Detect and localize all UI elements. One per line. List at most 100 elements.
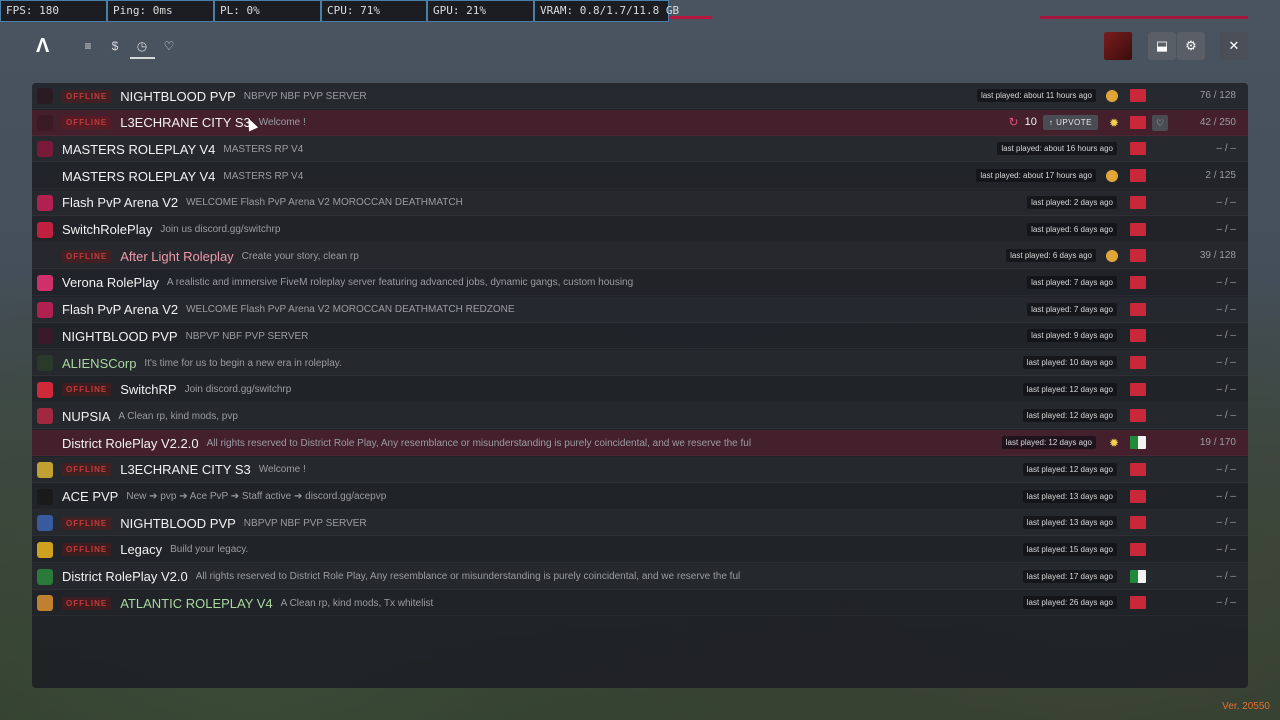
server-info: NUPSIA A Clean rp, kind mods, pvp [62, 403, 238, 429]
server-info: OFFLINE L3ECHRANE CITY S3 Welcome ! [62, 457, 306, 483]
server-row[interactable]: MASTERS ROLEPLAY V4 MASTERS RP V4 last pla… [32, 163, 1248, 190]
server-icon [37, 541, 53, 558]
server-row[interactable]: District RolePlay V2.0 All rights reserve… [32, 564, 1248, 590]
last-played-text: last played: 26 days ago [1022, 596, 1117, 610]
server-info: OFFLINE Legacy Build your legacy. [62, 537, 248, 563]
server-icon [37, 355, 53, 371]
country-flag-icon [1130, 542, 1146, 556]
player-count: – / – [1216, 357, 1236, 368]
server-icon [37, 141, 53, 158]
list-icon[interactable]: ≡ [77, 37, 99, 55]
last-played-text: last played: about 11 hours ago [976, 89, 1096, 102]
server-row[interactable]: OFFLINE Legacy Build your legacy. last play… [32, 537, 1248, 563]
last-played-text: last played: 7 days ago [1027, 302, 1117, 316]
server-row[interactable]: Verona RolePlay A realistic and immersive… [32, 270, 1248, 296]
server-icon [37, 381, 53, 398]
last-played: last played: 2 days ago [1027, 190, 1117, 216]
server-name: NUPSIA [62, 408, 111, 424]
last-played-text: last played: 13 days ago [1022, 516, 1117, 530]
server-row[interactable]: OFFLINE SwitchRP Join discord.gg/switchrp l… [32, 377, 1248, 403]
packet-loss-readout: PL: 0% [214, 0, 321, 22]
server-row[interactable]: OFFLINE L3ECHRANE CITY S3 Welcome ! ↻ 10 ↑ UP… [32, 109, 1248, 136]
server-info: OFFLINE NIGHTBLOOD PVP NBPVP NBF PVP SERVE… [62, 510, 367, 536]
server-row[interactable]: Flash PvP Arena V2 WELCOME Flash PvP Aren… [32, 297, 1248, 323]
server-name: District RolePlay V2.2.0 [62, 435, 199, 451]
server-info: OFFLINE SwitchRP Join discord.gg/switchrp [62, 377, 291, 403]
server-row[interactable]: NIGHTBLOOD PVP NBPVP NBF PVP SERVER last p… [32, 323, 1248, 350]
server-name: MASTERS ROLEPLAY V4 [62, 141, 216, 157]
favorite-button[interactable]: ♡ [1152, 114, 1168, 131]
server-row[interactable]: SwitchRolePlay Join us discord.gg/switchr… [32, 217, 1248, 243]
server-row[interactable]: OFFLINE NIGHTBLOOD PVP NBPVP NBF PVP SERVE… [32, 510, 1248, 537]
server-row[interactable]: NUPSIA A Clean rp, kind mods, pvp last pla… [32, 403, 1248, 430]
last-played-text: last played: 2 days ago [1027, 195, 1117, 209]
offline-badge: OFFLINE [62, 249, 112, 263]
last-played-text: last played: 12 days ago [1022, 382, 1117, 396]
last-played-text: last played: 9 days ago [1027, 329, 1117, 343]
server-info: OFFLINE After Light Roleplay Create your s… [62, 243, 359, 269]
server-name: ACE PVP [62, 489, 119, 504]
last-played: last played: 12 days ago [1022, 377, 1117, 403]
server-row[interactable]: MASTERS ROLEPLAY V4 MASTERS RP V4 last pla… [32, 136, 1248, 163]
offline-badge: OFFLINE [62, 516, 112, 530]
close-button[interactable]: ✕ [1220, 32, 1248, 60]
server-info: Flash PvP Arena V2 WELCOME Flash PvP Aren… [62, 190, 463, 216]
user-avatar[interactable] [1104, 32, 1132, 60]
upvote-button[interactable]: ↑ UPVOTE [1042, 114, 1098, 130]
country-flag-icon [1130, 169, 1146, 183]
server-description: Welcome ! [258, 464, 306, 476]
downloads-button[interactable]: ⬓ [1148, 32, 1176, 60]
heart-icon[interactable]: ♡ [158, 37, 180, 55]
last-played: last played: 12 days ago [1022, 403, 1117, 429]
server-name: NIGHTBLOOD PVP [120, 88, 236, 104]
server-row[interactable]: ACE PVP New ➔ pvp ➔ Ace PvP ➔ Staff activ… [32, 484, 1248, 510]
server-icon [37, 88, 53, 104]
server-description: A realistic and immersive FiveM roleplay… [166, 277, 634, 289]
gpu-readout: GPU: 21% [427, 0, 534, 22]
dollar-icon[interactable]: $ [104, 37, 126, 55]
country-flag-icon [1130, 142, 1146, 156]
server-name: NIGHTBLOOD PVP [62, 328, 178, 344]
player-count: – / – [1216, 597, 1236, 609]
player-count: – / – [1216, 303, 1236, 315]
player-count: – / – [1216, 223, 1236, 235]
server-row[interactable]: OFFLINE NIGHTBLOOD PVP NBPVP NBF PVP SERVE… [32, 83, 1248, 109]
last-played: last played: about 17 hours ago [976, 163, 1096, 189]
app-logo[interactable]: Λ [36, 36, 56, 56]
last-played-text: last played: 12 days ago [1022, 409, 1117, 423]
upvote-count: 10 [1024, 116, 1037, 129]
player-count: – / – [1216, 517, 1236, 529]
upvote-label: UPVOTE [1056, 117, 1092, 127]
server-description: MASTERS RP V4 [223, 170, 304, 182]
server-info: NIGHTBLOOD PVP NBPVP NBF PVP SERVER [62, 323, 308, 349]
country-flag-icon [1130, 222, 1146, 236]
server-row[interactable]: District RolePlay V2.2.0 All rights reser… [32, 430, 1248, 457]
server-name: Legacy [120, 542, 163, 558]
boost-icon [1106, 250, 1118, 263]
server-row[interactable]: OFFLINE After Light Roleplay Create your s… [32, 243, 1248, 270]
server-row[interactable]: ALIENSCorp It's time for us to begin a ne… [32, 350, 1248, 376]
server-name: SwitchRolePlay [62, 222, 153, 237]
clock-icon[interactable]: ◷ [131, 37, 153, 55]
server-description: A Clean rp, kind mods, pvp [118, 410, 238, 422]
server-row[interactable]: OFFLINE L3ECHRANE CITY S3 Welcome ! last pl… [32, 457, 1248, 483]
last-played: last played: 13 days ago [1022, 510, 1117, 536]
last-played-text: last played: about 17 hours ago [976, 169, 1096, 183]
country-flag-icon [1130, 302, 1146, 316]
settings-button[interactable]: ⚙ [1177, 32, 1205, 60]
fps-readout: FPS: 180 [0, 0, 107, 22]
server-name: MASTERS ROLEPLAY V4 [62, 168, 216, 184]
last-played-text: last played: 12 days ago [1001, 436, 1096, 450]
server-name: L3ECHRANE CITY S3 [120, 462, 251, 478]
server-info: SwitchRolePlay Join us discord.gg/switchr… [62, 217, 280, 243]
country-flag-icon [1130, 329, 1146, 343]
server-row[interactable]: OFFLINE ATLANTIC ROLEPLAY V4 A Clean rp, k… [32, 590, 1248, 617]
server-description: Build your legacy. [170, 544, 249, 556]
server-description: NBPVP NBF PVP SERVER [243, 517, 367, 529]
server-info: MASTERS ROLEPLAY V4 MASTERS RP V4 [62, 136, 303, 162]
sun-icon: ✹ [1108, 436, 1119, 451]
server-description: WELCOME Flash PvP Arena V2 MOROCCAN DEAT… [186, 197, 463, 209]
server-row[interactable]: Flash PvP Arena V2 WELCOME Flash PvP Aren… [32, 190, 1248, 216]
server-icon [37, 221, 53, 238]
server-description: Welcome ! [258, 117, 306, 129]
